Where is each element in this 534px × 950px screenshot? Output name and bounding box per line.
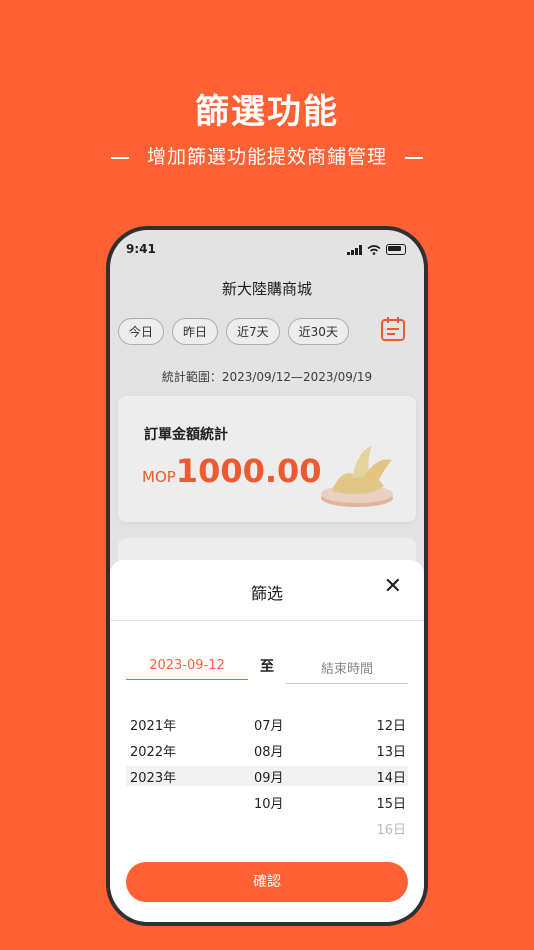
promo-title: 篩選功能 [195,92,339,132]
year-column[interactable]: 2021年 2022年 2023年 [130,714,176,792]
start-date-field[interactable]: 2023-09-12 [126,658,248,680]
day-option[interactable]: 12日 [376,714,406,740]
month-option[interactable]: 08月 [254,740,284,766]
divider [110,620,424,621]
day-column[interactable]: 12日 13日 14日 15日 16日 [376,714,406,844]
phone-screen: 9:41 新大陸購商城 今日 昨日 近7天 近30天 統計範圍：2023/09/… [110,230,424,922]
year-option-selected[interactable]: 2023年 [130,766,176,792]
confirm-button[interactable]: 確認 [126,862,408,902]
month-option[interactable]: 10月 [254,792,284,818]
day-option[interactable]: 13日 [376,740,406,766]
year-option[interactable]: 2022年 [130,740,176,766]
to-label: 至 [260,659,274,675]
day-option[interactable]: 16日 [376,818,406,844]
dash-decoration [405,156,423,159]
year-option[interactable]: 2021年 [130,714,176,740]
month-option[interactable]: 07月 [254,714,284,740]
dash-decoration [110,156,129,159]
sheet-title: 篩选 [250,584,283,603]
month-column[interactable]: 07月 08月 09月 10月 [254,714,284,818]
promo-subtitle: 增加篩選功能提效商鋪管理 [146,146,387,168]
end-date-field[interactable]: 結束時間 [286,658,408,684]
promo-subtitle-row: 增加篩選功能提效商鋪管理 [0,142,534,169]
day-option[interactable]: 15日 [376,792,406,818]
day-option-selected[interactable]: 14日 [376,766,406,792]
close-icon[interactable]: ✕ [384,574,402,599]
month-option-selected[interactable]: 09月 [254,766,284,792]
